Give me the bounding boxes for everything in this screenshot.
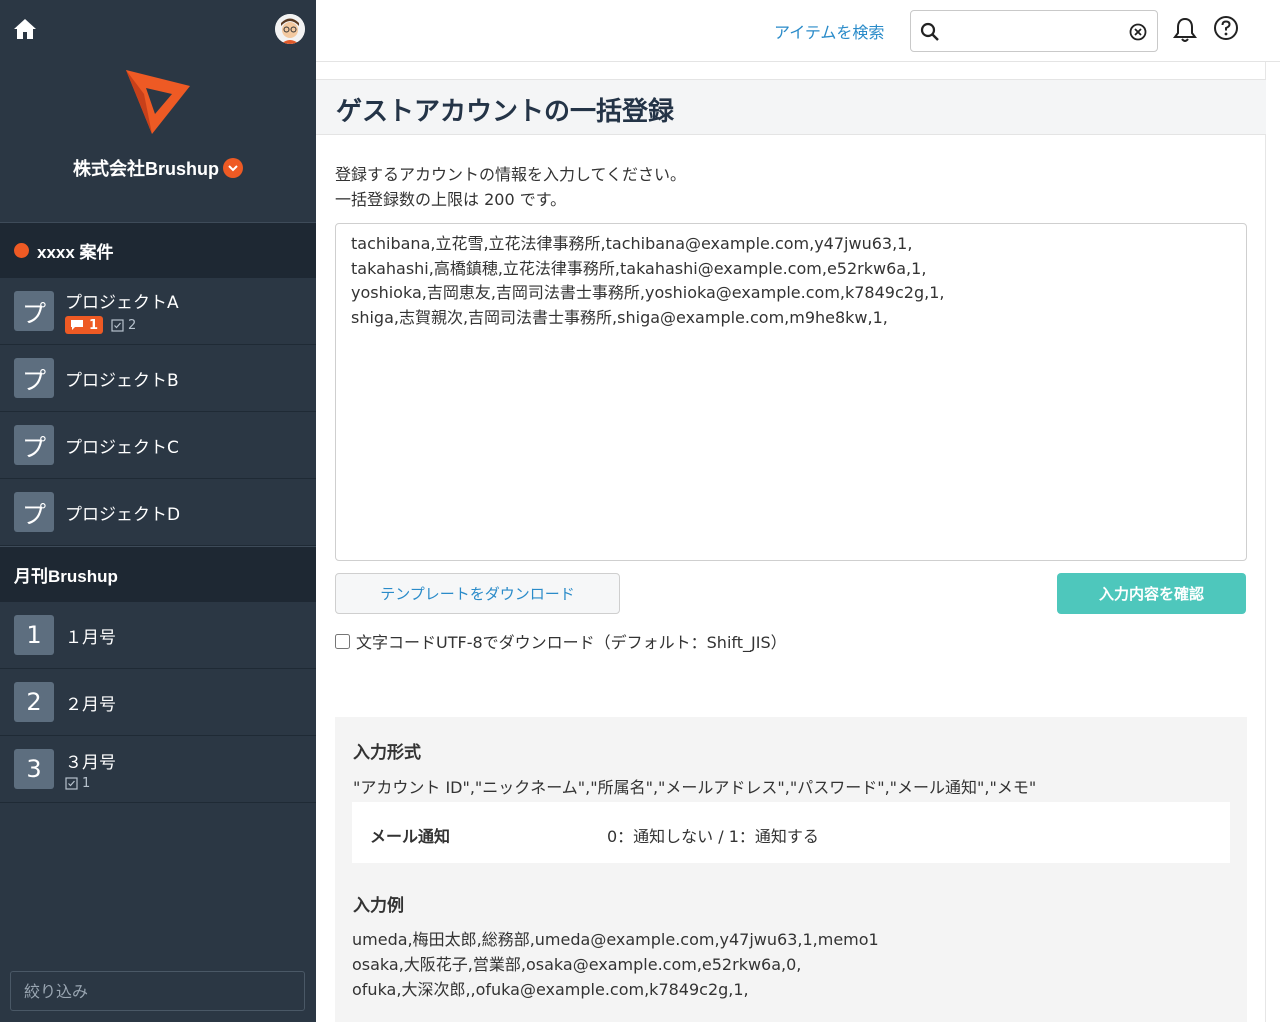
sidebar-item-issue-1[interactable]: 1 １月号 (0, 602, 316, 669)
example-title: 入力例 (353, 896, 404, 916)
description-line: 一括登録数の上限は 200 です。 (335, 190, 567, 209)
sidebar-item-issue-3[interactable]: 3 ３月号 1 (0, 736, 316, 803)
confirm-input-button[interactable]: 入力内容を確認 (1057, 573, 1246, 614)
sidebar-item-label: プロジェクトB (65, 370, 179, 391)
chevron-down-icon[interactable] (223, 158, 243, 178)
search-input[interactable] (945, 16, 1125, 46)
example-lines: umeda,梅田太郎,総務部,umeda@example.com,y47jwu6… (352, 927, 879, 1002)
utf8-checkbox[interactable] (335, 633, 350, 649)
sidebar-item-project-b[interactable]: プ プロジェクトB (0, 345, 316, 412)
comment-badge: 1 (65, 316, 104, 334)
sidebar-item-issue-2[interactable]: 2 ２月号 (0, 669, 316, 736)
company-name-text: 株式会社Brushup (73, 159, 219, 179)
issue-icon: 1 (14, 615, 54, 655)
example-line: osaka,大阪花子,営業部,osaka@example.com,e52rkw6… (352, 955, 802, 974)
notify-value: 0：通知しない / 1：通知する (607, 827, 819, 846)
notify-label: メール通知 (370, 827, 451, 846)
company-name: 株式会社Brushup (0, 155, 316, 181)
comment-count: 1 (89, 317, 99, 333)
utf8-label: 文字コードUTF-8でダウンロード（デフォルト：Shift_JIS） (356, 633, 787, 652)
title-bar: ゲストアカウントの一括登録 (316, 79, 1266, 135)
sidebar-header: 株式会社Brushup (0, 0, 316, 222)
example-line: umeda,梅田太郎,総務部,umeda@example.com,y47jwu6… (352, 930, 879, 949)
project-icon: プ (14, 425, 54, 465)
task-count: 1 (82, 775, 91, 791)
bulk-account-textarea[interactable]: tachibana,立花雪,立花法律事務所,tachibana@example.… (335, 223, 1247, 561)
download-template-button[interactable]: テンプレートをダウンロード (335, 573, 620, 614)
task-badge: 2 (111, 318, 136, 333)
status-dot (14, 243, 29, 258)
task-icon (65, 776, 78, 790)
utf8-option[interactable]: 文字コードUTF-8でダウンロード（デフォルト：Shift_JIS） (335, 629, 787, 653)
top-bar: アイテムを検索 (316, 0, 1280, 62)
task-icon (111, 318, 124, 332)
format-line: "アカウント ID","ニックネーム","所属名","メールアドレス","パスワ… (353, 778, 1037, 797)
group-header-project[interactable]: xxxx 案件 (0, 222, 316, 278)
page-title: ゲストアカウントの一括登録 (336, 97, 675, 127)
item-search-link[interactable]: アイテムを検索 (774, 19, 884, 43)
brushup-logo (122, 64, 194, 136)
project-icon: プ (14, 291, 54, 331)
task-badge: 1 (65, 776, 90, 791)
project-icon: プ (14, 492, 54, 532)
clear-icon[interactable] (1129, 23, 1147, 41)
example-line: ofuka,大深次郎,,ofuka@example.com,k7849c2g,1… (352, 980, 749, 999)
avatar[interactable] (275, 14, 305, 44)
group-title: 月刊Brushup (14, 567, 118, 586)
item-badges: 1 2 (65, 316, 179, 334)
search-box (910, 10, 1158, 52)
comment-icon (71, 320, 83, 330)
sidebar-item-project-a[interactable]: プ プロジェクトA 1 2 (0, 278, 316, 345)
sidebar: 株式会社Brushup xxxx 案件 プ プロジェクトA 1 2 プ プロジェ… (0, 0, 316, 1022)
help-icon[interactable] (1213, 15, 1239, 41)
sidebar-item-label: プロジェクトA (65, 293, 179, 313)
filter-wrapper (10, 971, 305, 1011)
format-title: 入力形式 (353, 743, 421, 763)
description: 登録するアカウントの情報を入力してください。 一括登録数の上限は 200 です。 (335, 162, 686, 212)
project-icon: プ (14, 358, 54, 398)
description-line: 登録するアカウントの情報を入力してください。 (335, 165, 687, 184)
group-title: xxxx 案件 (37, 243, 114, 262)
task-count: 2 (128, 317, 137, 333)
main-content: ゲストアカウントの一括登録 登録するアカウントの情報を入力してください。 一括登… (316, 62, 1266, 1022)
bell-icon[interactable] (1172, 16, 1198, 44)
sidebar-item-project-c[interactable]: プ プロジェクトC (0, 412, 316, 479)
sidebar-item-label: プロジェクトD (65, 504, 181, 525)
sidebar-item-label: プロジェクトC (65, 437, 179, 458)
sidebar-item-label: ３月号 (65, 752, 116, 773)
filter-input[interactable] (10, 971, 305, 1011)
home-icon[interactable] (12, 16, 38, 42)
item-badges: 1 (65, 776, 116, 791)
group-header-magazine[interactable]: 月刊Brushup (0, 546, 316, 602)
notify-info-box: メール通知 0：通知しない / 1：通知する (352, 802, 1230, 863)
sidebar-item-label: １月号 (65, 627, 116, 648)
format-info-panel: 入力形式 "アカウント ID","ニックネーム","所属名","メールアドレス"… (335, 717, 1247, 1022)
issue-icon: 2 (14, 682, 54, 722)
issue-icon: 3 (14, 749, 54, 789)
search-icon (920, 22, 939, 41)
sidebar-item-label: ２月号 (65, 694, 116, 715)
sidebar-item-project-d[interactable]: プ プロジェクトD (0, 479, 316, 546)
